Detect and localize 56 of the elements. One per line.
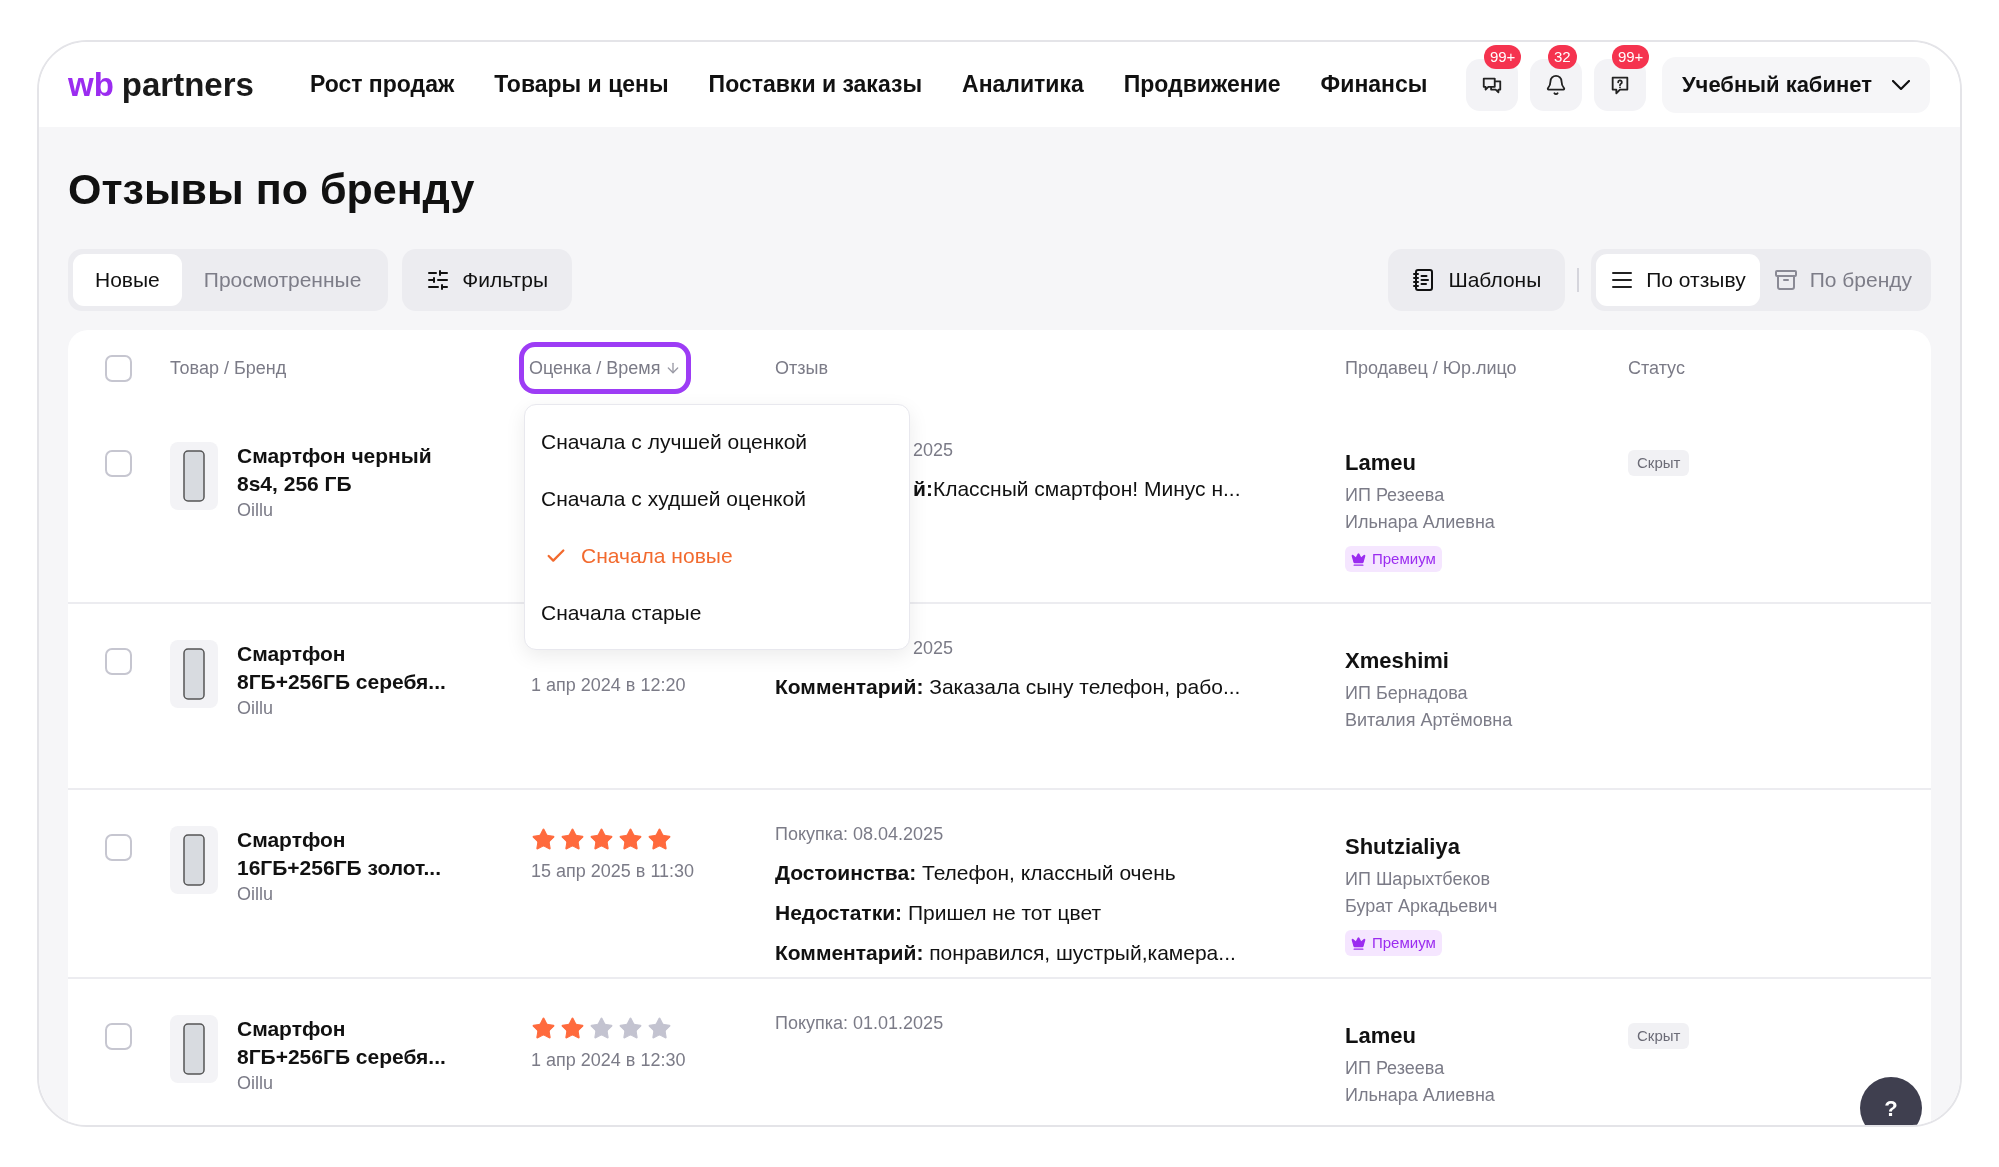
column-header[interactable]: Оценка / Время — [519, 342, 691, 394]
review-time: 15 апр 2025 в 11:30 — [531, 860, 696, 883]
product-name[interactable]: Смартфон 16ГБ+256ГБ золот... — [237, 826, 442, 882]
legal-entity: ИП Резеева Ильнара Алиевна — [1345, 484, 1495, 534]
seller-name: Shutzialiya — [1345, 833, 1460, 861]
sort-option[interactable]: Сначала старые — [525, 584, 909, 641]
brand-name: Oillu — [237, 1072, 274, 1095]
product-name[interactable]: Смартфон черный 8s4, 256 ГБ — [237, 442, 432, 498]
legal-entity: ИП Бернадова Виталия Артёмовна — [1345, 682, 1513, 732]
purchase-date: Покупка: 08.04.2025 — [775, 823, 945, 846]
view-tab[interactable]: По отзыву — [1596, 254, 1760, 306]
account-dropdown[interactable]: Учебный кабинет — [1661, 56, 1930, 113]
notification-badge: 99+ — [1483, 44, 1522, 69]
column-header[interactable]: Продавец / Юр.лицо — [1345, 342, 1517, 394]
tab[interactable]: Новые — [73, 254, 182, 306]
column-header[interactable]: Отзыв — [775, 342, 828, 394]
brand-name: Oillu — [237, 499, 274, 522]
legal-entity: ИП Шарыхтбеков Бурат Аркадьевич — [1345, 868, 1498, 918]
legal-entity: ИП Резеева Ильнара Алиевна — [1345, 1057, 1495, 1107]
seller-name: Lameu — [1345, 449, 1416, 477]
status-badge: Скрыт — [1628, 1023, 1690, 1049]
nav-link[interactable]: Продвижение — [1123, 67, 1281, 102]
sort-option[interactable]: Сначала с лучшей оценкой — [525, 413, 909, 470]
notification-badge: 32 — [1547, 44, 1577, 69]
review-text: Достоинства: Телефон, классный очень — [775, 860, 1177, 886]
seller-name: Lameu — [1345, 1022, 1416, 1050]
notification-badge: 99+ — [1611, 44, 1650, 69]
review-time: 1 апр 2024 в 12:20 — [531, 674, 687, 697]
brand-name: Oillu — [237, 697, 274, 720]
nav-link[interactable]: Аналитика — [962, 67, 1084, 102]
nav-link[interactable]: Поставки и заказы — [708, 67, 923, 102]
nav-link[interactable]: Финансы — [1320, 67, 1428, 102]
review-text: Недостатки: Пришел не тот цвет — [775, 900, 1103, 926]
nav-link[interactable]: Рост продаж — [309, 67, 455, 102]
product-name[interactable]: Смартфон 8ГБ+256ГБ серебя... — [237, 640, 446, 696]
review-text: Комментарий: понравился, шустрый,камера... — [775, 940, 1237, 966]
product-name[interactable]: Смартфон 8ГБ+256ГБ серебя... — [237, 1015, 446, 1071]
brand-name: Oillu — [237, 883, 274, 906]
seller-name: Xmeshimi — [1345, 647, 1449, 675]
premium-badge: Премиум — [1345, 930, 1442, 956]
logo-text: partners — [121, 68, 254, 101]
premium-badge: Премиум — [1345, 546, 1442, 572]
status-badge: Скрыт — [1628, 450, 1690, 476]
purchase-date: Покупка: 01.01.2025 — [775, 1012, 945, 1035]
nav-link[interactable]: Товары и цены — [494, 67, 669, 102]
sort-option[interactable]: Сначала с худшей оценкой — [525, 470, 909, 527]
page-title: Отзывы по бренду — [68, 164, 476, 215]
filters-button[interactable]: Фильтры — [402, 249, 572, 311]
logo-mark: wb — [68, 68, 114, 101]
review-text: Комментарий: Заказала сыну телефон, рабо... — [775, 674, 1242, 700]
purchase-date: 2025 — [912, 637, 955, 660]
review-time: 1 апр 2024 в 12:30 — [531, 1049, 687, 1072]
column-header[interactable]: Статус — [1628, 342, 1685, 394]
logo[interactable]: wb partners — [68, 68, 254, 101]
column-header[interactable]: Товар / Бренд — [170, 342, 287, 394]
templates-button[interactable]: Шаблоны — [1388, 249, 1566, 311]
